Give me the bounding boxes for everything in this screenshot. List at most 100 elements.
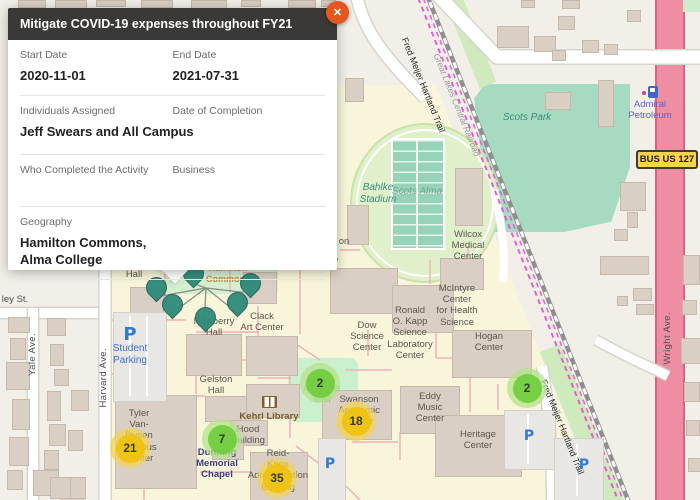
- building: [521, 0, 535, 8]
- building: [44, 450, 59, 470]
- building: [241, 0, 261, 7]
- building: [47, 391, 61, 421]
- building: [6, 362, 30, 390]
- building: [68, 430, 83, 451]
- popup-field-value: 2020-11-01: [20, 68, 86, 83]
- building: [686, 420, 700, 436]
- building: [10, 338, 26, 360]
- building: [141, 0, 173, 8]
- building: [614, 229, 628, 241]
- street-label-harvard-ave: Harvard Ave.: [98, 348, 109, 408]
- building: [246, 336, 298, 376]
- building: [683, 255, 700, 285]
- cluster-count: 18: [341, 406, 371, 436]
- building: [604, 44, 618, 55]
- building: [9, 437, 29, 466]
- popup-field: Who Completed the Activity: [20, 164, 173, 183]
- popup-field: Start Date 2020-11-01: [20, 49, 173, 85]
- popup-row: Who Completed the Activity Business: [20, 155, 325, 207]
- building: [440, 258, 484, 290]
- popup-row: Individuals Assigned Jeff Swears and All …: [20, 96, 325, 155]
- building: [347, 205, 369, 245]
- popup-field-label: Geography: [20, 215, 72, 228]
- marker-cluster[interactable]: 18: [336, 401, 376, 441]
- map-canvas[interactable]: ley St. Yale Ave. Harvard Ave. Wright Ave. S…: [0, 0, 700, 500]
- cluster-count: 35: [262, 463, 292, 493]
- popup-field-label: Business: [172, 163, 216, 176]
- marker-cluster[interactable]: 2: [507, 368, 547, 408]
- building: [627, 212, 638, 228]
- popup-field: Business: [173, 164, 326, 183]
- building: [562, 0, 580, 9]
- building: [288, 0, 316, 8]
- marker-cluster[interactable]: 2: [300, 363, 340, 403]
- building: [636, 304, 654, 315]
- building: [681, 338, 700, 364]
- marker-cluster[interactable]: 7: [202, 419, 242, 459]
- building: [54, 369, 69, 386]
- building: [688, 458, 700, 472]
- popup-field-label: End Date: [172, 49, 217, 61]
- parking-lot-line: [146, 316, 148, 396]
- parking-lot: [504, 410, 556, 470]
- popup-close-button[interactable]: ✕: [326, 1, 349, 24]
- building: [545, 92, 571, 110]
- parking-lot-line: [129, 316, 131, 396]
- building: [598, 80, 614, 127]
- popup-field: Date of Completion: [173, 105, 326, 141]
- route-shield-bus-us-127: BUS US 127: [636, 150, 698, 169]
- building: [12, 399, 30, 430]
- street-label-ley-st: ley St.: [1, 294, 29, 305]
- building: [682, 300, 697, 315]
- parking-lot-line: [527, 414, 529, 464]
- building: [552, 50, 566, 61]
- popup-field-value: Jeff Swears and All Campus: [20, 123, 194, 139]
- cluster-count: 2: [512, 373, 542, 403]
- building: [497, 26, 529, 48]
- building: [600, 256, 649, 275]
- building: [47, 318, 66, 336]
- building: [558, 16, 575, 30]
- popup-fields: Start Date 2020-11-01 End Date 2021-07-31 In…: [8, 40, 337, 280]
- popup-row: Geography Hamilton Commons, Alma College: [20, 207, 325, 280]
- info-popup: Mitigate COVID-19 expenses throughout FY…: [8, 8, 337, 280]
- library-book-icon: [262, 396, 277, 408]
- popup-field-label: Who Completed the Activity: [20, 163, 149, 176]
- building: [70, 477, 86, 499]
- popup-field-label: Individuals Assigned: [20, 104, 116, 117]
- parking-lot: [113, 312, 167, 402]
- cluster-count: 7: [207, 424, 237, 454]
- popup-field: Geography Hamilton Commons, Alma College: [20, 216, 173, 269]
- popup-field-value: 2021-07-31: [172, 68, 240, 83]
- popup-title: Mitigate COVID-19 expenses throughout FY…: [8, 8, 337, 40]
- building: [96, 0, 126, 7]
- popup-field-label: Date of Completion: [172, 104, 263, 117]
- building: [50, 477, 71, 499]
- parking-lot-line: [576, 444, 578, 496]
- football-field: [391, 138, 445, 250]
- building: [330, 268, 398, 314]
- building: [345, 78, 364, 102]
- building: [18, 0, 46, 8]
- building: [186, 334, 242, 376]
- popup-field: [173, 216, 326, 269]
- building: [620, 182, 646, 211]
- building: [8, 317, 30, 333]
- parking-lot: [318, 438, 346, 500]
- marker-cluster[interactable]: 35: [257, 458, 297, 498]
- building: [455, 168, 483, 226]
- cluster-count: 21: [115, 433, 145, 463]
- fuel-station-icon: [648, 86, 658, 98]
- building: [627, 10, 641, 22]
- marker-cluster[interactable]: 21: [110, 428, 150, 468]
- building: [633, 288, 652, 301]
- popup-field: Individuals Assigned Jeff Swears and All …: [20, 104, 194, 141]
- bus-us-127-road: [655, 0, 685, 500]
- parking-lot: [554, 438, 604, 500]
- building: [71, 390, 89, 411]
- popup-field-label: Start Date: [20, 49, 68, 61]
- building: [582, 40, 599, 53]
- building: [50, 344, 64, 366]
- building: [7, 470, 23, 490]
- building: [617, 296, 628, 306]
